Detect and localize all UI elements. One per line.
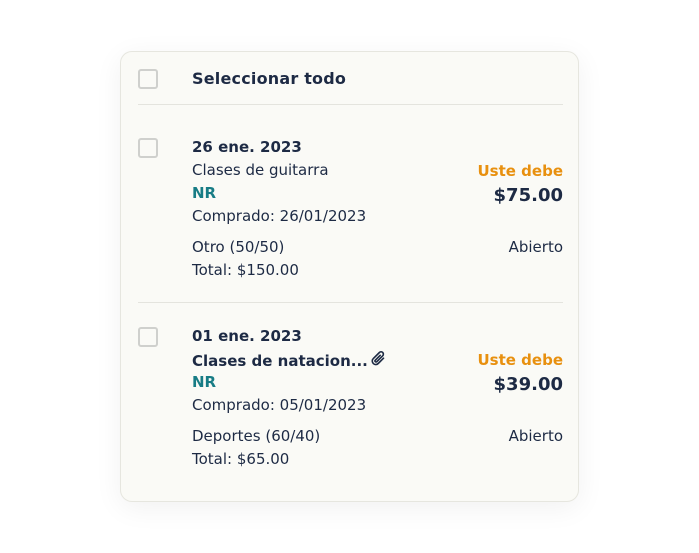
status-text: Abierto (508, 427, 563, 445)
owe-amount: $75.00 (493, 185, 563, 206)
transaction-tag: NR (192, 373, 217, 391)
transaction-total: Total: $150.00 (192, 261, 299, 279)
owe-label: Uste debe (477, 162, 564, 180)
transaction-tag: NR (192, 184, 217, 202)
select-all-label[interactable]: Seleccionar todo (192, 69, 346, 88)
owe-label: Uste debe (477, 351, 564, 369)
select-all-checkbox[interactable] (138, 69, 158, 89)
purchase-date: Comprado: 05/01/2023 (192, 396, 367, 414)
transactions-card: Seleccionar todo 26 ene. 2023 Clases de … (120, 51, 579, 502)
transaction-checkbox[interactable] (138, 327, 158, 347)
transaction-row[interactable]: 01 ene. 2023 Clases de natacion... NR Co… (121, 293, 580, 468)
transaction-category: Deportes (60/40) (192, 427, 321, 445)
transaction-description: Clases de guitarra (192, 161, 329, 179)
status-text: Abierto (508, 238, 563, 256)
transaction-description-text: Clases de natacion... (192, 352, 368, 370)
transaction-category: Otro (50/50) (192, 238, 285, 256)
transaction-total: Total: $65.00 (192, 450, 290, 468)
transaction-checkbox[interactable] (138, 138, 158, 158)
transaction-description-text: Clases de guitarra (192, 161, 329, 179)
paperclip-icon[interactable] (371, 350, 387, 372)
transaction-date: 01 ene. 2023 (192, 327, 302, 345)
transaction-date: 26 ene. 2023 (192, 138, 302, 156)
transaction-description: Clases de natacion... (192, 350, 387, 372)
purchase-date: Comprado: 26/01/2023 (192, 207, 367, 225)
transaction-row[interactable]: 26 ene. 2023 Clases de guitarra NR Compr… (121, 104, 580, 279)
owe-amount: $39.00 (493, 374, 563, 395)
